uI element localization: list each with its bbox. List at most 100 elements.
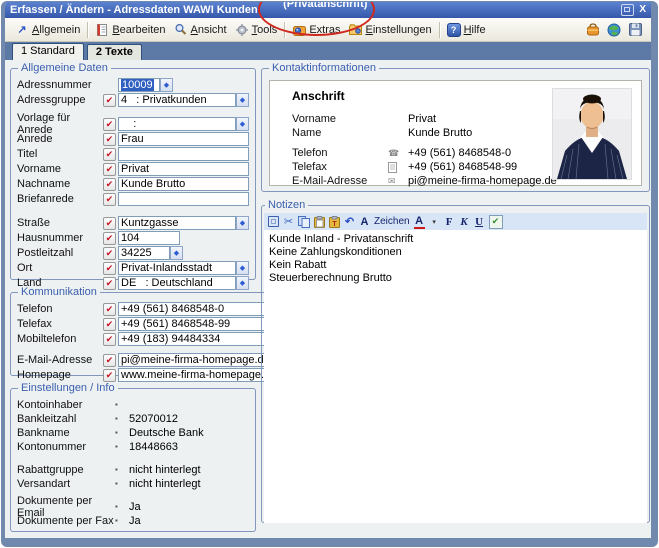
email-input[interactable]: pi@meine-firma-homepage.de — [118, 353, 279, 367]
telefax-input[interactable]: +49 (561) 8468548-99 — [118, 317, 279, 331]
group-title: Einstellungen / Info — [18, 382, 118, 394]
window-title: Erfassen / Ändern - Adressdaten WAWI Kun… — [10, 4, 258, 16]
ort-input[interactable]: Privat-Inlandsstadt — [118, 261, 236, 275]
adressgruppe-input[interactable]: 4 : Privatkunden — [118, 93, 236, 107]
zeichen-label[interactable]: Zeichen — [374, 215, 410, 228]
font-color-icon[interactable]: A — [414, 214, 425, 229]
field-hausnummer: Hausnummer ✔ 104 — [17, 231, 249, 245]
group-title: Kontaktinformationen — [269, 62, 379, 74]
font-icon[interactable]: A — [359, 215, 370, 228]
edit-check-button[interactable]: ✔ — [103, 94, 116, 107]
left-column: Allgemeine Daten Adressnummer 10009 ◆ Ad… — [10, 62, 256, 532]
edit-check-button[interactable]: ✔ — [103, 133, 116, 146]
underline-button[interactable]: U — [474, 215, 485, 228]
edit-check-button[interactable]: ✔ — [103, 193, 116, 206]
mobiltelefon-input[interactable]: +49 (183) 94484334 — [118, 332, 279, 346]
edit-check-button[interactable]: ✔ — [103, 354, 116, 367]
info-versandart: Versandart ▪ nicht hinterlegt — [17, 477, 249, 490]
note-line: Kein Rabatt — [269, 259, 642, 272]
edit-check-button[interactable]: ✔ — [103, 277, 116, 290]
briefanrede-input[interactable] — [118, 192, 249, 206]
info-rabattgruppe: Rabattgruppe ▪ nicht hinterlegt — [17, 463, 249, 476]
close-button[interactable]: X — [639, 5, 646, 15]
info-bankleitzahl: Bankleitzahl ▪ 52070012 — [17, 412, 249, 425]
strasse-dropdown-button[interactable]: ◆ — [236, 216, 249, 230]
notebook-icon — [95, 23, 109, 36]
hausnummer-input[interactable]: 104 — [118, 231, 180, 245]
group-kommunikation: Kommunikation Telefon ✔ +49 (561) 846854… — [10, 286, 300, 376]
notes-editor[interactable]: Kunde Inland - Privatanschrift Keine Zah… — [264, 230, 647, 523]
title-highlight: (Privatanschrift) — [263, 1, 370, 34]
adressnummer-spin-button[interactable]: ◆ — [160, 78, 173, 92]
info-kontonummer: Kontonummer ▪ 18448663 — [17, 440, 249, 453]
copy-icon[interactable] — [298, 215, 310, 228]
info-bullet-icon: ▪ — [115, 480, 129, 488]
cut-icon[interactable]: ✂ — [283, 215, 294, 228]
edit-check-button[interactable]: ✔ — [103, 148, 116, 161]
field-adressnummer: Adressnummer 10009 ◆ — [17, 78, 249, 92]
svg-text:T: T — [332, 221, 337, 228]
edit-check-button[interactable]: ✔ — [103, 163, 116, 176]
field-adressgruppe: Adressgruppe ✔ 4 : Privatkunden ◆ — [17, 93, 249, 107]
land-dropdown-button[interactable]: ◆ — [236, 276, 249, 290]
bold-button[interactable]: F — [444, 215, 455, 228]
edit-check-button[interactable]: ✔ — [103, 262, 116, 275]
edit-check-button[interactable]: ✔ — [103, 217, 116, 230]
field-ort: Ort ✔ Privat-Inlandsstadt ◆ — [17, 261, 249, 275]
edit-check-button[interactable]: ✔ — [103, 178, 116, 191]
nachname-input[interactable]: Kunde Brutto — [118, 177, 249, 191]
font-color-caret-icon[interactable]: ▾ — [429, 215, 440, 228]
anrede-input[interactable]: Frau — [118, 132, 249, 146]
menu-separator — [439, 22, 440, 38]
tab-standard[interactable]: 1 Standard — [12, 43, 84, 60]
edit-check-button[interactable]: ✔ — [103, 247, 116, 260]
info-bankname: Bankname ▪ Deutsche Bank — [17, 426, 249, 439]
homepage-input[interactable]: www.meine-firma-homepage.de — [118, 368, 279, 382]
edit-check-button[interactable]: ✔ — [103, 318, 116, 331]
italic-button[interactable]: K — [459, 215, 470, 228]
frame-icon[interactable] — [268, 216, 279, 227]
dock-window-button[interactable] — [621, 4, 634, 16]
phone-icon: ☎ — [388, 148, 408, 159]
adressnummer-input[interactable]: 10009 — [118, 78, 160, 92]
edit-check-button[interactable]: ✔ — [103, 369, 116, 382]
info-bullet-icon: ▪ — [115, 415, 129, 423]
undo-icon[interactable]: ↶ — [344, 215, 355, 228]
paste-icon[interactable] — [314, 215, 325, 228]
adressgruppe-dropdown-button[interactable]: ◆ — [236, 93, 249, 107]
basket-icon[interactable] — [586, 23, 600, 36]
menu-separator — [87, 22, 88, 38]
field-vorlage-anrede: Vorlage für Anrede ✔ : ◆ — [17, 117, 249, 131]
menu-hilfe[interactable]: ? Hilfe — [443, 21, 490, 39]
field-strasse: Straße ✔ Kuntzgasse ◆ — [17, 216, 249, 230]
tab-texte[interactable]: 2 Texte — [87, 44, 142, 60]
paste-text-icon[interactable]: T — [329, 215, 340, 228]
vorlage-anrede-dropdown-button[interactable]: ◆ — [236, 117, 249, 131]
note-line: Kunde Inland - Privatanschrift — [269, 233, 642, 246]
menu-ansicht[interactable]: Ansicht — [170, 21, 231, 38]
strasse-input[interactable]: Kuntzgasse — [118, 216, 236, 230]
info-bullet-icon: ▪ — [115, 466, 129, 474]
edit-check-button[interactable]: ✔ — [103, 303, 116, 316]
postleitzahl-input[interactable]: 34225 — [118, 246, 170, 260]
land-input[interactable]: DE : Deutschland — [118, 276, 236, 290]
save-icon[interactable] — [628, 23, 642, 36]
menu-bearbeiten[interactable]: Bearbeiten — [91, 21, 169, 38]
content-area: Allgemeine Daten Adressnummer 10009 ◆ Ad… — [5, 60, 651, 538]
titel-input[interactable] — [118, 147, 249, 161]
edit-mode-icon[interactable]: ✔ — [489, 215, 503, 229]
info-bullet-icon: ▪ — [115, 429, 129, 437]
edit-check-button[interactable]: ✔ — [103, 333, 116, 346]
menu-allgemein[interactable]: ↗ Allgemein — [11, 21, 84, 38]
ort-dropdown-button[interactable]: ◆ — [236, 261, 249, 275]
info-kontoinhaber: Kontoinhaber ▪ — [17, 398, 249, 411]
vorlage-anrede-input[interactable]: : — [118, 117, 236, 131]
field-vorname: Vorname ✔ Privat — [17, 162, 249, 176]
edit-check-button[interactable]: ✔ — [103, 118, 116, 131]
telefon-input[interactable]: +49 (561) 8468548-0 — [118, 302, 279, 316]
globe-icon[interactable] — [607, 23, 621, 36]
fax-document-icon — [388, 162, 408, 173]
vorname-input[interactable]: Privat — [118, 162, 249, 176]
postleitzahl-dropdown-button[interactable]: ◆ — [170, 246, 183, 260]
edit-check-button[interactable]: ✔ — [103, 232, 116, 245]
